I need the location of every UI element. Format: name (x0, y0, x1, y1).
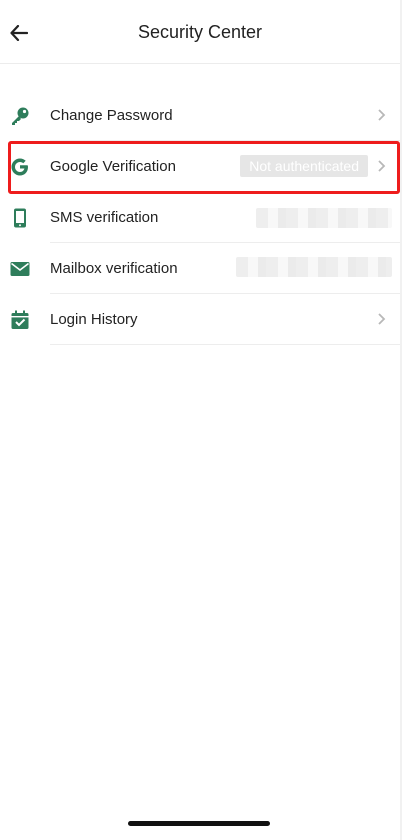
header: Security Center (0, 0, 400, 64)
mail-icon (10, 258, 30, 280)
sms-verification-item[interactable]: SMS verification (0, 192, 400, 243)
google-verification-label: Google Verification (50, 158, 176, 175)
sms-verification-label: SMS verification (50, 209, 159, 226)
phone-icon (10, 207, 30, 229)
obscured-phone-value (256, 208, 392, 228)
key-icon (10, 105, 30, 127)
security-options-list: Change Password Google Verification Not … (0, 90, 400, 345)
page-title: Security Center (137, 22, 263, 42)
chevron-right-icon (378, 109, 386, 121)
obscured-email-value (236, 257, 392, 277)
mailbox-verification-label: Mailbox verification (50, 260, 178, 277)
status-badge: Not authenticated (240, 155, 368, 177)
divider (50, 344, 400, 345)
change-password-label: Change Password (50, 107, 173, 124)
calendar-check-icon (10, 309, 30, 331)
login-history-label: Login History (50, 311, 138, 328)
google-g-icon (10, 156, 30, 178)
login-history-item[interactable]: Login History (0, 294, 400, 345)
google-verification-item[interactable]: Google Verification Not authenticated (0, 141, 400, 192)
home-indicator[interactable] (128, 821, 270, 826)
change-password-item[interactable]: Change Password (0, 90, 400, 141)
chevron-right-icon (378, 160, 386, 172)
mailbox-verification-item[interactable]: Mailbox verification (0, 243, 400, 294)
chevron-right-icon (378, 313, 386, 325)
